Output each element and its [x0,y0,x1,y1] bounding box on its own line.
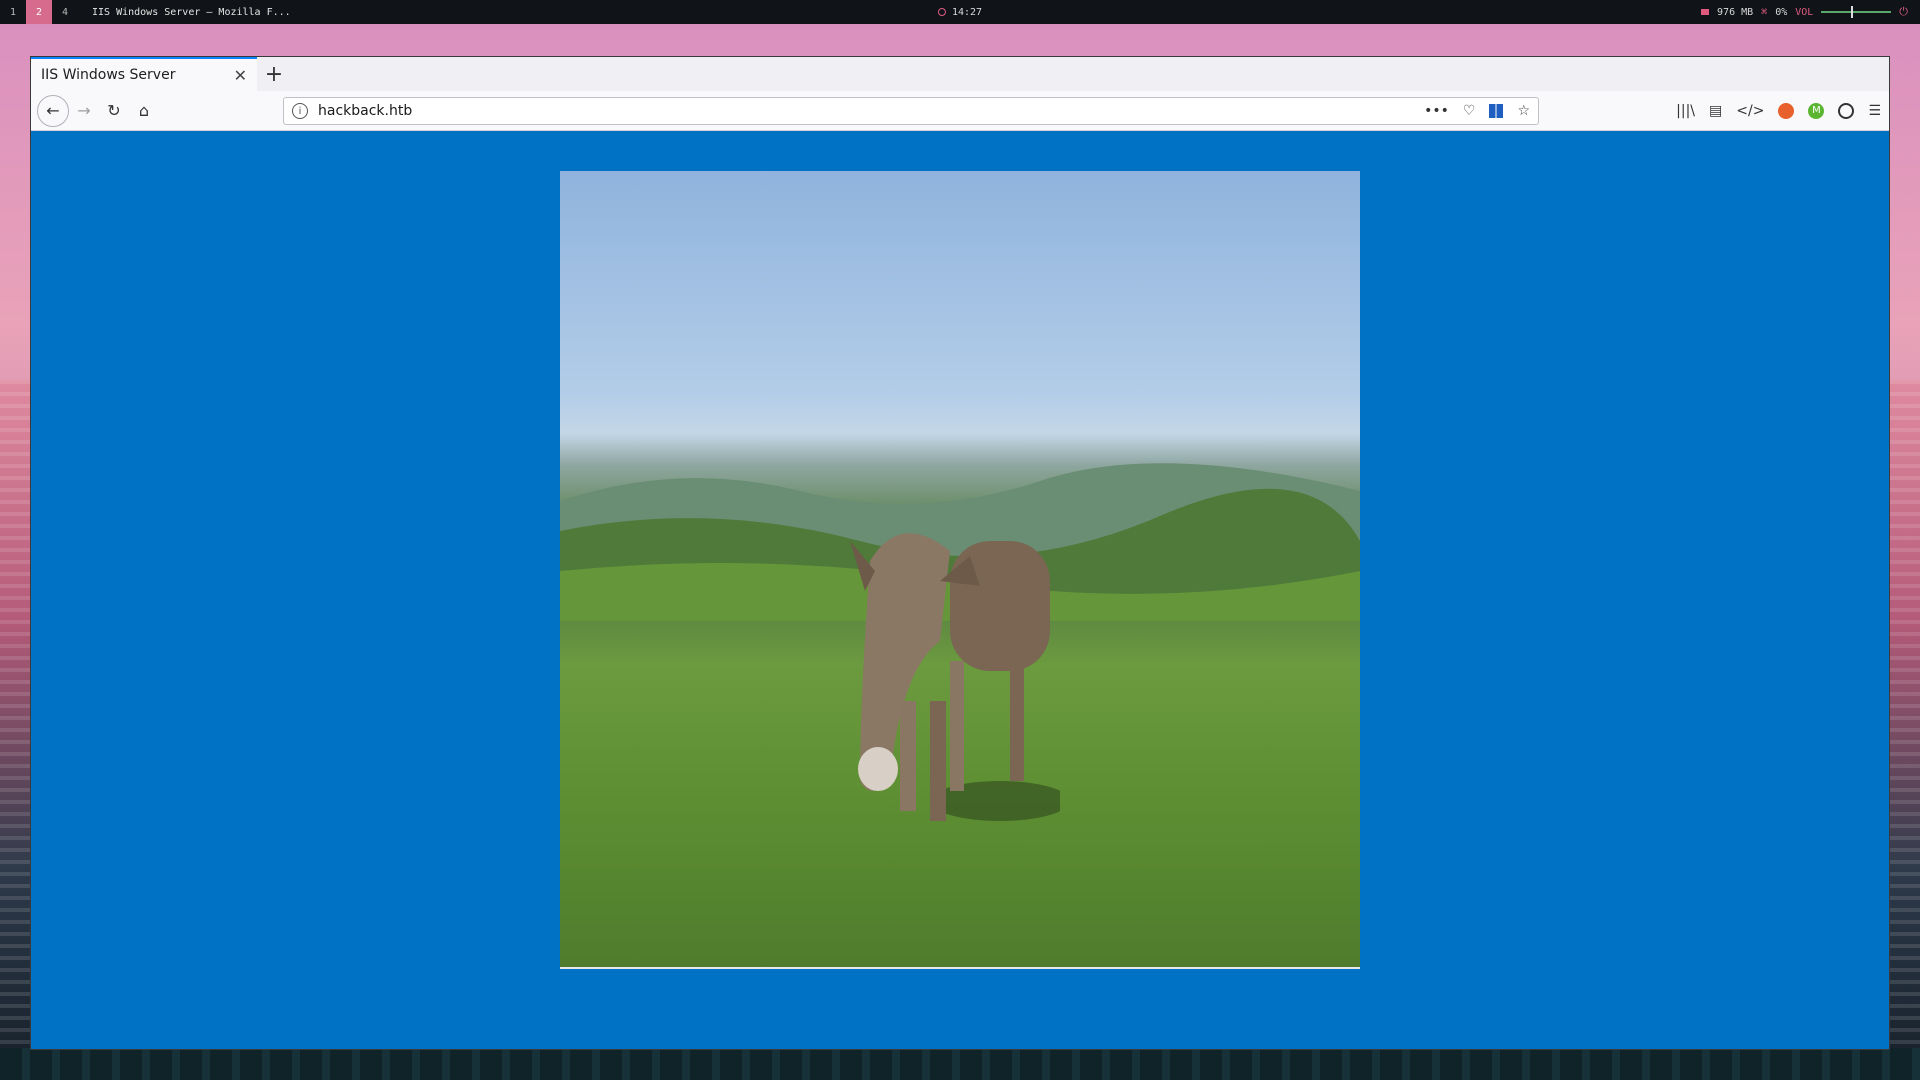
memory-icon [1701,9,1710,15]
developer-icon[interactable]: </> [1736,103,1764,119]
tab-title: IIS Windows Server [41,67,176,83]
page-actions-icon[interactable]: ••• [1424,103,1449,119]
home-button[interactable]: ⌂ [129,96,159,126]
account-icon[interactable] [1838,102,1855,119]
url-bar[interactable]: i hackback.htb ••• ♡ ☆ [283,97,1539,125]
memory-usage: 976 MB [1717,6,1754,18]
cpu-usage: 0% [1775,6,1788,18]
system-tray: 976 MB ⌘ 0% VOL ⏻ [1701,5,1908,19]
donkey-image [560,171,1360,969]
wallpaper-bottom [0,1048,1920,1080]
tab-iis-windows-server[interactable]: IIS Windows Server ✕ [31,57,257,91]
power-icon[interactable]: ⏻ [1899,5,1908,19]
system-top-bar: 1 2 4 IIS Windows Server — Mozilla F... … [0,0,1920,24]
workspace-2[interactable]: 2 [26,0,52,24]
cpu-icon: ⌘ [1761,6,1768,18]
clock: 14:27 [937,6,983,18]
volume-knob[interactable] [1851,6,1854,18]
library-icon[interactable]: |||\ [1676,103,1695,119]
new-tab-button[interactable]: + [257,57,291,91]
active-window-title: IIS Windows Server — Mozilla F... [92,6,291,18]
workspace-4[interactable]: 4 [52,0,78,24]
volume-slider[interactable] [1821,6,1892,18]
extension-green-icon[interactable]: M [1808,102,1825,119]
back-button[interactable]: ← [37,94,69,127]
pocket-icon[interactable]: ♡ [1463,103,1476,119]
close-tab-icon[interactable]: ✕ [234,66,247,85]
sidebar-icon[interactable]: ▤ [1709,103,1722,119]
volume-label: VOL [1795,6,1814,18]
donkey-graphic [850,533,1060,821]
url-actions: ••• ♡ ☆ [1424,103,1530,119]
wallpaper-right [1886,380,1920,1080]
forward-button[interactable]: → [69,96,99,126]
toolbar-right: |||\ ▤ </> M ☰ [1676,102,1881,119]
wallpaper-left [0,380,34,1080]
reload-button[interactable]: ↻ [99,96,129,126]
clock-icon [937,8,946,16]
workspace-1[interactable]: 1 [0,0,26,24]
tab-strip: IIS Windows Server ✕ + [31,57,1889,91]
bookmark-star-icon[interactable]: ☆ [1517,103,1530,119]
url-text[interactable]: hackback.htb [318,103,412,119]
menu-icon[interactable]: ☰ [1868,103,1881,119]
windows-extension-icon[interactable] [1489,104,1504,118]
site-info-icon[interactable]: i [292,103,308,119]
extension-orange-icon[interactable] [1778,102,1795,119]
page-content [31,131,1889,1049]
clock-time: 14:27 [951,6,983,18]
firefox-window: IIS Windows Server ✕ + ← → ↻ ⌂ i hackbac… [31,57,1889,1049]
navigation-toolbar: ← → ↻ ⌂ i hackback.htb ••• ♡ ☆ |||\ ▤ </… [31,91,1889,131]
